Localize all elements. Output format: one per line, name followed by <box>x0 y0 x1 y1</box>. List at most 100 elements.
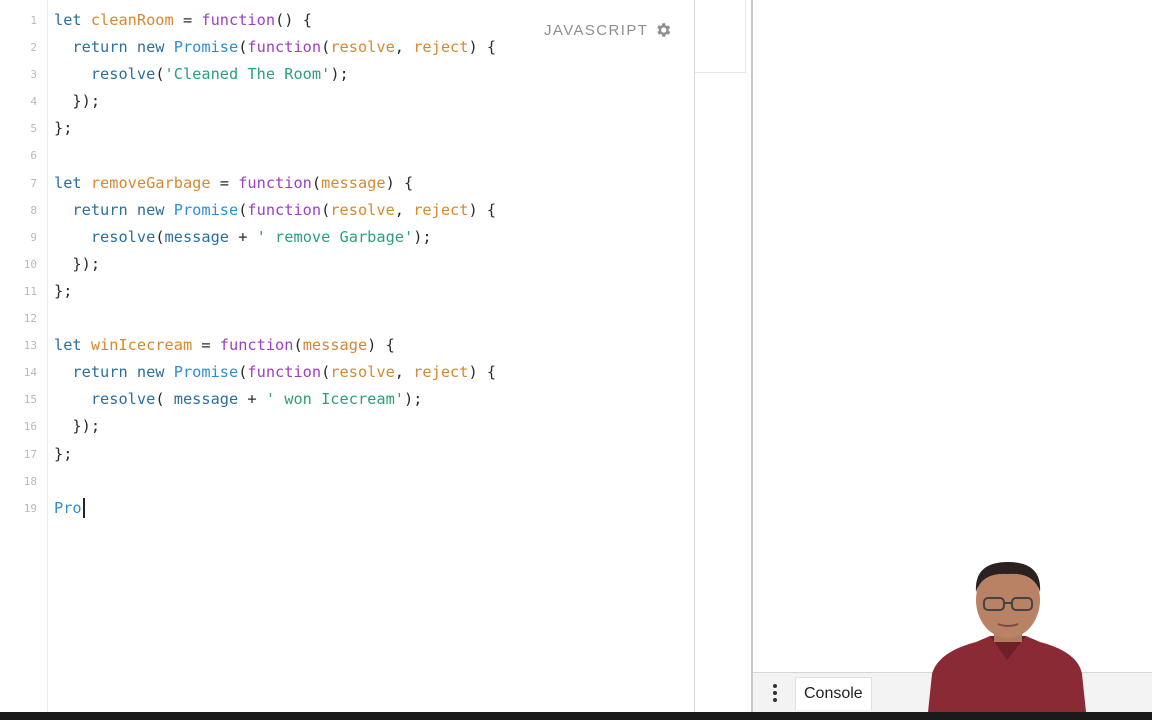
code-token: function <box>247 363 322 382</box>
code-line[interactable]: return new Promise(function(resolve, rej… <box>54 197 694 224</box>
code-token: }); <box>54 254 101 273</box>
code-token: ( <box>155 390 174 409</box>
code-content[interactable]: let cleanRoom = function() { return new … <box>54 7 694 522</box>
code-token: message <box>321 173 386 192</box>
line-number: 11 <box>23 284 37 298</box>
code-token: ' remove Garbage' <box>256 227 414 246</box>
code-line[interactable] <box>54 142 694 169</box>
code-token: , <box>394 363 414 382</box>
line-number: 4 <box>30 95 37 109</box>
code-token: resolve <box>330 38 395 57</box>
code-token: () { <box>275 11 312 29</box>
line-number: 18 <box>23 474 37 488</box>
line-number: 5 <box>30 122 37 136</box>
code-line[interactable]: return new Promise(function(resolve, rej… <box>54 359 694 386</box>
code-token: ) { <box>367 336 395 355</box>
code-line[interactable]: }; <box>54 441 694 468</box>
line-number: 6 <box>30 149 37 163</box>
code-token: }; <box>54 281 73 300</box>
code-token: ) { <box>385 173 414 192</box>
code-line[interactable]: resolve(message + ' remove Garbage'); <box>54 224 694 251</box>
language-label: JAVASCRIPT <box>544 21 649 39</box>
code-line[interactable]: let winIcecream = function(message) { <box>54 332 694 359</box>
code-token: Promise <box>173 363 239 382</box>
code-token: + <box>229 227 257 246</box>
code-token: 'Cleaned The Room' <box>164 65 331 84</box>
line-number: 2 <box>30 41 37 55</box>
code-line[interactable]: Pro <box>54 495 694 522</box>
line-number: 3 <box>30 68 37 82</box>
code-token: return <box>54 200 137 219</box>
code-token: resolve <box>330 363 395 382</box>
code-token: ( <box>321 363 331 382</box>
code-token: resolve <box>90 390 156 409</box>
code-token: + <box>238 390 266 409</box>
bottom-bar <box>0 712 1152 720</box>
code-token: function <box>238 173 312 192</box>
code-token: let <box>54 336 91 355</box>
code-token: resolve <box>90 227 156 246</box>
code-token: resolve <box>90 65 156 84</box>
code-token: removeGarbage <box>90 173 211 192</box>
code-token: }); <box>54 417 101 436</box>
line-numbers: 1 2 3 4 5 6 7 8 9 10 11 12 13 14 15 16 17 18 19 <box>0 7 37 522</box>
code-line[interactable]: }; <box>54 115 694 142</box>
code-token: return <box>54 363 137 382</box>
presenter-webcam <box>928 562 1086 712</box>
code-line[interactable] <box>54 468 694 495</box>
code-line[interactable]: }); <box>54 88 694 115</box>
code-token: new <box>136 38 174 57</box>
code-token: new <box>136 200 174 219</box>
code-token: return <box>54 38 137 57</box>
code-line[interactable]: let removeGarbage = function(message) { <box>54 170 694 197</box>
code-token: new <box>136 363 174 382</box>
code-token: message <box>173 390 239 409</box>
code-line[interactable]: }); <box>54 251 694 278</box>
text-cursor <box>82 498 85 519</box>
code-line[interactable]: }; <box>54 278 694 305</box>
code-editor[interactable]: 1 2 3 4 5 6 7 8 9 10 11 12 13 14 15 16 17 18 19 let cleanR… <box>0 0 695 712</box>
code-token: ' won Icecream' <box>265 390 404 409</box>
code-token: Promise <box>173 38 239 57</box>
code-token: winIcecream <box>90 336 193 355</box>
code-token: let <box>54 11 91 29</box>
code-token: = <box>210 173 239 192</box>
code-token: Promise <box>173 200 239 219</box>
code-token: = <box>192 336 220 355</box>
line-number: 7 <box>30 176 37 190</box>
code-token: }); <box>54 92 101 111</box>
code-token: ( <box>311 173 322 192</box>
gear-icon[interactable] <box>654 21 672 39</box>
code-line[interactable]: resolve('Cleaned The Room'); <box>54 61 694 88</box>
console-tab[interactable]: Console <box>795 677 872 710</box>
code-token: function <box>247 38 322 57</box>
line-number: 19 <box>23 501 37 515</box>
line-number: 14 <box>23 366 37 380</box>
line-number: 13 <box>23 339 37 353</box>
code-token: ( <box>293 336 303 355</box>
code-token: , <box>394 38 414 57</box>
code-line[interactable] <box>54 305 694 332</box>
code-token: cleanRoom <box>90 11 174 29</box>
vertical-dots-icon[interactable] <box>767 681 783 705</box>
code-token: let <box>54 173 91 192</box>
line-number: 8 <box>30 203 37 217</box>
code-token: function <box>201 11 276 29</box>
language-selector[interactable]: JAVASCRIPT <box>544 19 672 41</box>
code-token: , <box>394 200 414 219</box>
line-number: 15 <box>23 393 37 407</box>
code-line[interactable]: resolve( message + ' won Icecream'); <box>54 386 694 413</box>
code-line[interactable]: }); <box>54 413 694 440</box>
code-token: function <box>247 200 322 219</box>
line-number: 17 <box>23 447 37 461</box>
line-number-gutter: 1 2 3 4 5 6 7 8 9 10 11 12 13 14 15 16 17 18 19 <box>0 0 48 712</box>
code-token: ( <box>155 227 165 246</box>
code-token: ) { <box>468 363 497 382</box>
line-number: 16 <box>23 420 37 434</box>
code-token: ) { <box>468 38 497 57</box>
code-token: message <box>164 227 229 246</box>
line-number: 1 <box>30 14 37 27</box>
